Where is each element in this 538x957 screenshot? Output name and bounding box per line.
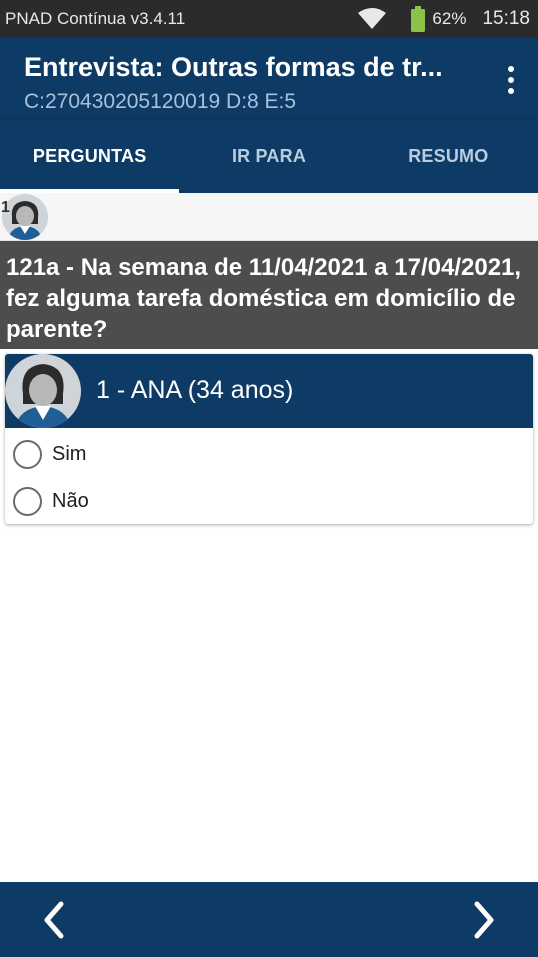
chevron-left-icon[interactable] — [4, 882, 104, 957]
menu-dot — [508, 66, 514, 72]
menu-dot — [508, 88, 514, 94]
option-label: Não — [52, 489, 89, 512]
wifi-icon — [358, 8, 387, 30]
status-bar: PNAD Contínua v3.4.11 62% 15:18 — [0, 0, 538, 38]
person-number: 1 — [1, 199, 10, 216]
tab-ir-para[interactable]: IR PARA — [179, 119, 358, 193]
answer-card: 1 - ANA (34 anos) Sim Não — [5, 354, 533, 524]
chevron-right-icon[interactable] — [434, 882, 534, 957]
page-title: Entrevista: Outras formas de tr... — [24, 52, 443, 82]
status-time: 15:18 — [482, 8, 530, 29]
radio-button[interactable] — [13, 439, 42, 469]
radio-button[interactable] — [13, 486, 42, 516]
tab-perguntas[interactable]: PERGUNTAS — [0, 119, 180, 193]
option-nao[interactable]: Não — [13, 481, 513, 521]
card-header: 1 - ANA (34 anos) — [5, 354, 533, 428]
more-vert-icon[interactable] — [506, 66, 516, 94]
question-text: 121a - Na semana de 11/04/2021 a 17/04/2… — [0, 241, 538, 349]
bottom-nav-bar — [0, 882, 538, 957]
option-sim[interactable]: Sim — [13, 434, 513, 474]
tab-bar: PERGUNTAS IR PARA RESUMO — [0, 118, 538, 193]
page-subtitle: C:270430205120019 D:8 E:5 — [24, 90, 297, 113]
person-avatar-icon — [5, 354, 81, 428]
app-bar: Entrevista: Outras formas de tr... C:270… — [0, 38, 538, 118]
option-label: Sim — [52, 442, 87, 465]
status-app-name: PNAD Contínua v3.4.11 — [5, 9, 186, 28]
battery-icon — [410, 6, 426, 32]
menu-dot — [508, 77, 514, 83]
person-name: 1 - ANA (34 anos) — [96, 376, 294, 404]
battery-percent: 62% — [432, 9, 467, 28]
tab-resumo[interactable]: RESUMO — [359, 119, 538, 193]
person-strip: 1 — [0, 193, 538, 241]
